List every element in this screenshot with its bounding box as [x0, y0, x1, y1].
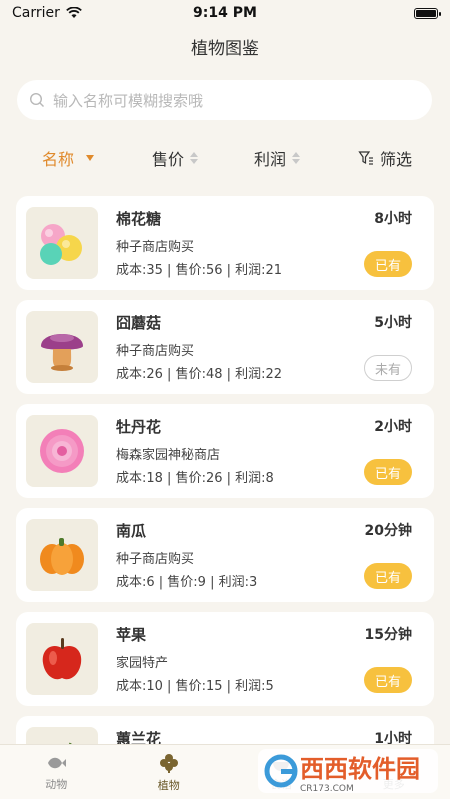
- mushroom-icon: [41, 334, 83, 371]
- plant-stats: 成本:26 | 售价:48 | 利润:22: [116, 367, 283, 382]
- plant-name: 苹果: [116, 626, 147, 644]
- search-input[interactable]: 输入名称可模糊搜索哦: [17, 80, 432, 120]
- cotton-candy-icon: [40, 224, 82, 265]
- not-owned-badge[interactable]: 未有: [364, 355, 412, 381]
- sort-name-label: 名称: [42, 150, 75, 169]
- plant-thumbnail: [26, 311, 98, 383]
- sort-by-name-button[interactable]: 名称: [42, 146, 95, 170]
- search-placeholder: 输入名称可模糊搜索哦: [53, 91, 204, 110]
- filter-icon: [358, 151, 373, 165]
- plant-source: 种子商店购买: [116, 552, 195, 567]
- tab-animals-label: 动物: [45, 777, 68, 791]
- clover-icon: [159, 753, 178, 773]
- owned-badge[interactable]: 已有: [364, 563, 412, 589]
- plant-name: 牡丹花: [116, 418, 162, 436]
- plant-thumbnail: [26, 207, 98, 279]
- search-icon: [29, 92, 44, 107]
- filter-label: 筛选: [380, 150, 413, 169]
- plant-stats: 成本:35 | 售价:56 | 利润:21: [116, 263, 283, 278]
- plant-source: 家园特产: [116, 656, 169, 671]
- plant-thumbnail: [26, 623, 98, 695]
- plant-card[interactable]: 苹果 家园特产 成本:10 | 售价:15 | 利润:5 15分钟 已有: [16, 612, 434, 706]
- sort-price-label: 售价: [152, 150, 185, 169]
- plant-name: 囧蘑菇: [116, 314, 162, 332]
- plant-card[interactable]: 牡丹花 梅森家园神秘商店 成本:18 | 售价:26 | 利润:8 2小时 已有: [16, 404, 434, 498]
- watermark-sub: CR173.COM: [300, 783, 354, 794]
- sort-by-profit-button[interactable]: 利润: [254, 146, 301, 170]
- plant-card[interactable]: 南瓜 种子商店购买 成本:6 | 售价:9 | 利润:3 20分钟 已有: [16, 508, 434, 602]
- plant-name: 南瓜: [116, 522, 147, 540]
- tab-plants-label: 植物: [157, 778, 180, 792]
- plant-stats: 成本:6 | 售价:9 | 利润:3: [116, 575, 258, 590]
- fish-icon: [48, 757, 67, 768]
- sort-icon: [190, 152, 199, 164]
- plant-stats: 成本:10 | 售价:15 | 利润:5: [116, 679, 274, 694]
- tab-plants[interactable]: 植物: [113, 745, 226, 799]
- plant-grow-time: 15分钟: [364, 627, 412, 643]
- pumpkin-icon: [40, 538, 84, 575]
- plant-thumbnail: [26, 415, 98, 487]
- sort-filter-bar: 名称 售价 利润 筛选: [0, 140, 450, 176]
- status-bar: Carrier 9:14 PM: [0, 0, 450, 26]
- wifi-icon: [66, 7, 82, 18]
- battery-icon: [414, 7, 441, 19]
- owned-badge[interactable]: 已有: [364, 667, 412, 693]
- watermark-g-icon: [264, 754, 298, 788]
- plant-source: 种子商店购买: [116, 344, 195, 359]
- sort-icon: [292, 152, 301, 164]
- page-title: 植物图鉴: [191, 39, 259, 59]
- caret-down-icon: [86, 155, 95, 161]
- watermark-logo: 西西软件园 CR173.COM: [258, 749, 438, 794]
- apple-icon: [42, 638, 82, 680]
- sort-by-price-button[interactable]: 售价: [152, 146, 199, 170]
- owned-badge[interactable]: 已有: [364, 459, 412, 485]
- plant-card[interactable]: 囧蘑菇 种子商店购买 成本:26 | 售价:48 | 利润:22 5小时 未有: [16, 300, 434, 394]
- plant-grow-time: 8小时: [374, 211, 412, 227]
- watermark-text: 西西软件园: [300, 754, 420, 783]
- plant-source: 种子商店购买: [116, 240, 195, 255]
- tab-animals[interactable]: 动物: [0, 745, 113, 799]
- status-left: Carrier: [12, 5, 82, 21]
- plant-card[interactable]: 棉花糖 种子商店购买 成本:35 | 售价:56 | 利润:21 8小时 已有: [16, 196, 434, 290]
- peony-icon: [40, 429, 84, 473]
- plant-stats: 成本:18 | 售价:26 | 利润:8: [116, 471, 274, 486]
- carrier-label: Carrier: [12, 5, 60, 21]
- plant-thumbnail: [26, 519, 98, 591]
- plant-grow-time: 20分钟: [364, 523, 412, 539]
- plant-grow-time: 2小时: [374, 419, 412, 435]
- plant-source: 梅森家园神秘商店: [116, 448, 221, 463]
- filter-button[interactable]: 筛选: [358, 146, 412, 170]
- owned-badge[interactable]: 已有: [364, 251, 412, 277]
- sort-profit-label: 利润: [254, 150, 287, 169]
- plant-name: 棉花糖: [116, 210, 162, 228]
- plant-grow-time: 5小时: [374, 315, 412, 331]
